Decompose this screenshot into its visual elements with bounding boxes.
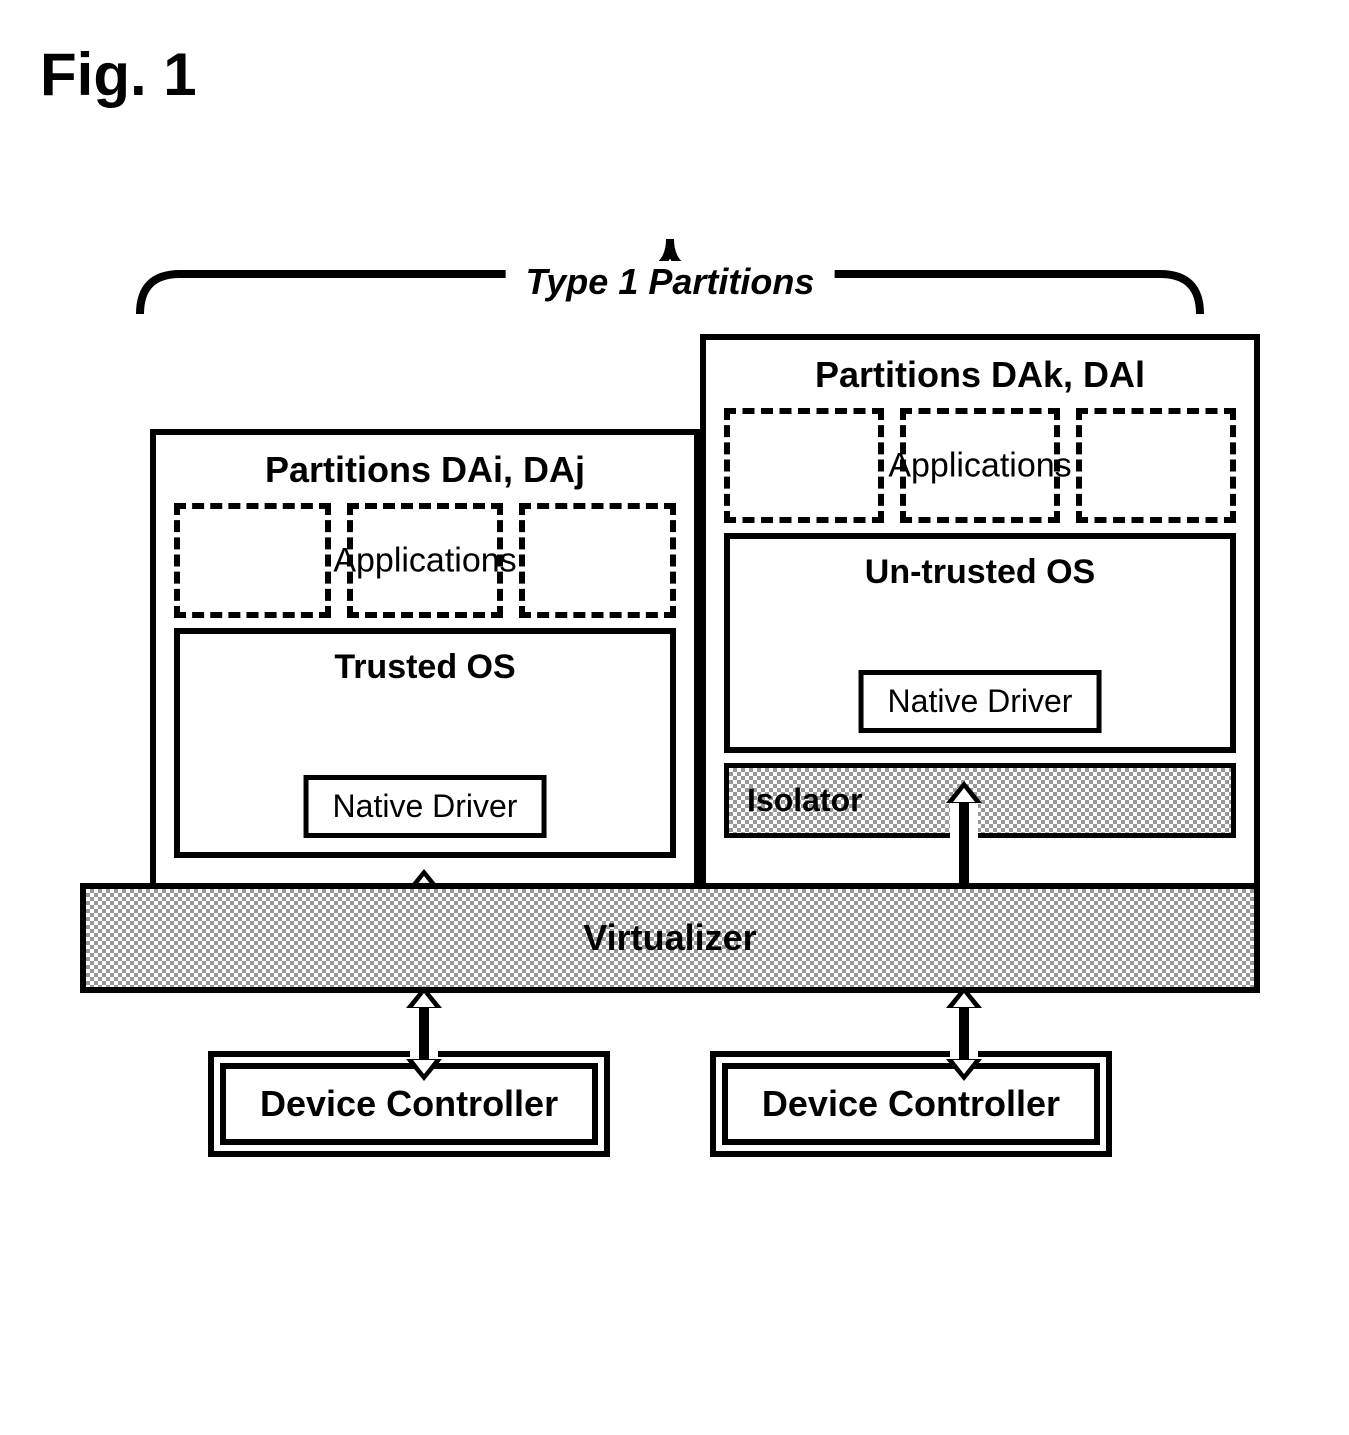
partition-left-title: Partitions DAi, DAj	[174, 449, 676, 491]
app-box	[174, 503, 331, 618]
virtualizer-label: Virtualizer	[583, 917, 756, 959]
apps-row-left: Applications	[174, 503, 676, 618]
isolator-label: Isolator	[747, 782, 863, 819]
bracket: Type 1 Partitions	[120, 229, 1220, 319]
partition-left: Partitions DAi, DAj Applications Trusted…	[150, 429, 700, 889]
bracket-label: Type 1 Partitions	[506, 261, 835, 303]
native-driver-left: Native Driver	[304, 775, 547, 838]
app-box	[724, 408, 884, 523]
arrow-icon	[410, 1006, 438, 1061]
stack: Partitions DAi, DAj Applications Trusted…	[80, 329, 1260, 1145]
native-driver-right: Native Driver	[859, 670, 1102, 733]
untrusted-os-box: Un-trusted OS Native Driver	[724, 533, 1236, 753]
app-box	[1076, 408, 1236, 523]
apps-label-right: Applications	[888, 446, 1071, 485]
partitions-row: Partitions DAi, DAj Applications Trusted…	[80, 329, 1260, 889]
untrusted-os-title: Un-trusted OS	[730, 553, 1230, 592]
partition-right-title: Partitions DAk, DAl	[724, 354, 1236, 396]
device-controller-right: Device Controller	[722, 1063, 1100, 1145]
controllers-row: Device Controller Device Controller	[80, 1063, 1260, 1145]
app-box	[519, 503, 676, 618]
arrow-icon	[950, 1006, 978, 1061]
virtualizer-box: Virtualizer	[80, 883, 1260, 993]
partition-right: Partitions DAk, DAl Applications Un-trus…	[700, 334, 1260, 889]
diagram: Type 1 Partitions Partitions DAi, DAj Ap…	[80, 229, 1280, 1145]
apps-row-right: Applications	[724, 408, 1236, 523]
trusted-os-title: Trusted OS	[180, 648, 670, 687]
trusted-os-box: Trusted OS Native Driver	[174, 628, 676, 858]
figure-title: Fig. 1	[40, 40, 1309, 109]
apps-label-left: Applications	[333, 541, 516, 580]
